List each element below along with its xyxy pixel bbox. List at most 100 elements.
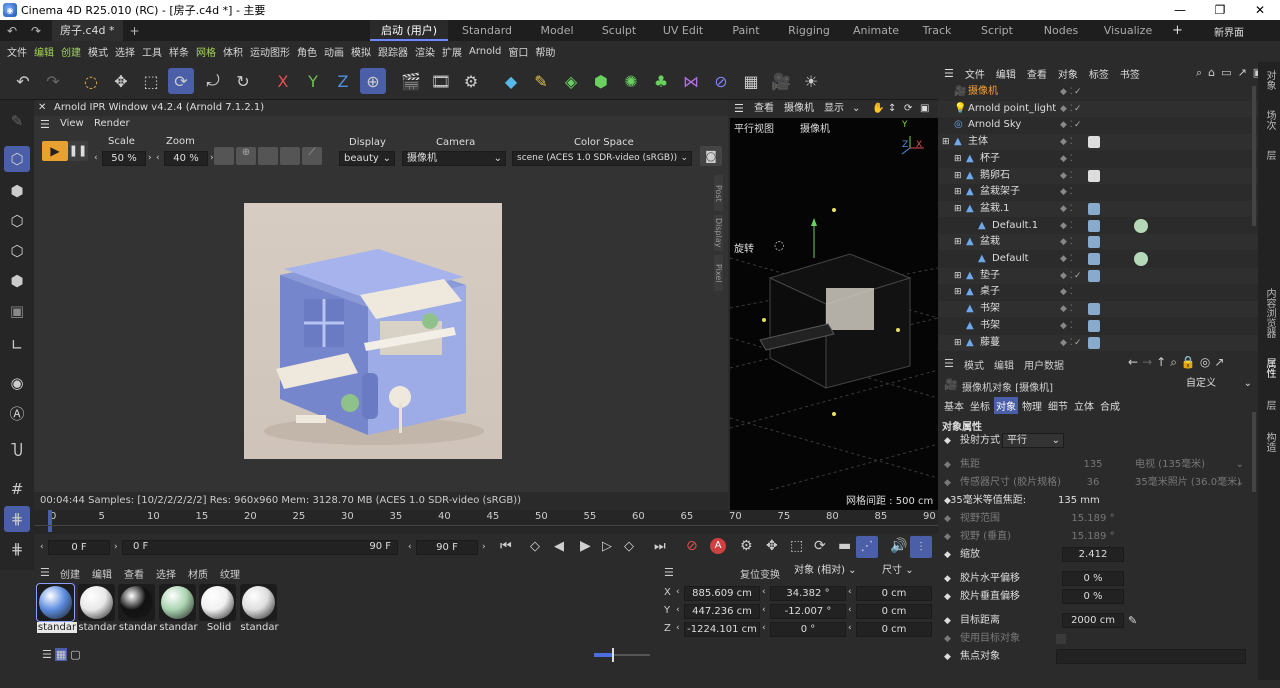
end-decrease-icon[interactable]: ‹ <box>408 542 412 552</box>
tag-icon[interactable] <box>1088 253 1100 265</box>
render-picture-viewer-icon[interactable]: 🎞 <box>428 68 454 94</box>
keyframe-diamond-icon[interactable]: ◆ <box>944 510 951 528</box>
viewport-menu-display[interactable]: 显示 <box>824 100 844 118</box>
3d-viewport[interactable]: ☰ 查看 摄像机 显示 ⌄ ✋ ↕ ⟳ ▣ 平行视图 摄像机 旋转 ◌ Y X … <box>730 100 938 510</box>
object-row[interactable]: ⊞ ▲ 盆栽架子 ◆ ⁚ <box>938 184 1258 200</box>
pan-hand-icon[interactable]: ✋ <box>872 100 884 118</box>
attribute-preset-dropdown[interactable]: 电视 (135毫米) ⌄ <box>1130 457 1248 472</box>
z-axis-icon[interactable]: Z <box>330 68 356 94</box>
visibility-dots-icon[interactable]: ◆ ⁚ <box>1060 134 1073 150</box>
attribute-value-field[interactable]: 15.189 ° <box>1062 511 1124 526</box>
position-field[interactable]: 447.236 cm <box>684 604 760 619</box>
visibility-dots-icon[interactable]: ◆ ⁚ <box>1060 117 1073 133</box>
rotation-field[interactable]: 0 ° <box>770 622 846 637</box>
material-menu-icon[interactable]: ☰ <box>40 566 50 579</box>
attribute-menu-item[interactable]: 编辑 <box>994 357 1014 372</box>
key-scale-icon[interactable]: ⬚ <box>790 538 803 554</box>
x-axis-icon[interactable]: X <box>270 68 296 94</box>
zoom-field[interactable]: 40 % <box>164 151 208 166</box>
sound-icon[interactable]: 🔊 <box>890 538 907 554</box>
coord-menu-icon[interactable]: ☰ <box>664 566 674 579</box>
keyframe-diamond-icon[interactable]: ◆ <box>944 630 951 648</box>
keyframe-diamond-icon[interactable]: ◆ <box>944 456 951 474</box>
right-panel-tab[interactable]: 层 <box>1262 400 1277 410</box>
close-ipr-icon[interactable]: ✕ <box>38 100 46 116</box>
menu-item[interactable]: 创建 <box>61 44 81 59</box>
object-menu-item[interactable]: 编辑 <box>996 66 1016 81</box>
visibility-dots-icon[interactable]: ◆ ⁚ <box>1060 151 1073 167</box>
display-dropdown[interactable]: beauty ⌄ <box>339 151 395 166</box>
object-row[interactable]: 🎥 摄像机 ◆ ⁚ ✓ <box>938 84 1258 100</box>
close-button[interactable]: ✕ <box>1240 0 1280 20</box>
layout-tab[interactable]: Script <box>964 20 1030 41</box>
orbit-icon[interactable]: ⟳ <box>904 100 912 118</box>
object-row[interactable]: ▲ Default ◆ ⁚ <box>938 251 1258 267</box>
size-field[interactable]: 0 cm <box>856 622 932 637</box>
model-mode-icon[interactable]: ⬡ <box>4 146 30 172</box>
attribute-tab[interactable]: 物理 <box>1020 397 1044 414</box>
document-tab[interactable]: 房子.c4d * <box>52 20 123 41</box>
menu-item[interactable]: 窗口 <box>508 44 528 59</box>
texture-mode-icon[interactable]: ⬢ <box>4 178 30 204</box>
focus-object-field[interactable] <box>1056 649 1246 664</box>
forward-arrow-icon[interactable]: → <box>1142 355 1152 370</box>
decrease-icon[interactable]: ‹ <box>762 587 766 597</box>
check-icon[interactable]: ✓ <box>1074 268 1082 284</box>
attribute-value-field[interactable]: 15.189 ° <box>1062 529 1124 544</box>
rotate-icon[interactable]: ⟳ <box>168 68 194 94</box>
hamburger-menu-icon[interactable]: ☰ <box>40 117 50 133</box>
position-field[interactable]: 885.609 cm <box>684 586 760 601</box>
object-menu-item[interactable]: 文件 <box>965 66 985 81</box>
object-row[interactable]: ⊞ ▲ 盆栽.1 ◆ ⁚ <box>938 200 1258 217</box>
mograph-icon[interactable]: ♣ <box>648 68 674 94</box>
make-editable-icon[interactable]: ✎ <box>4 108 30 134</box>
keyframe-diamond-icon[interactable]: ◆ <box>944 528 951 546</box>
visibility-dots-icon[interactable]: ◆ ⁚ <box>1060 84 1073 100</box>
timeline-ruler[interactable]: 0 5 10 15 20 25 30 35 40 45 50 55 60 65 70 75 80 85 90 <box>34 510 938 534</box>
size-field[interactable]: 0 cm <box>856 586 932 601</box>
object-row[interactable]: ◎ Arnold Sky ◆ ⁚ ✓ <box>938 117 1258 133</box>
previous-key-icon[interactable]: ◇ <box>530 539 540 554</box>
scale-increase-icon[interactable]: › <box>148 153 152 163</box>
layout-tab[interactable]: Paint <box>716 20 776 41</box>
visibility-dots-icon[interactable]: ◆ ⁚ <box>1060 251 1073 267</box>
text-tool-icon[interactable]: Ⓐ <box>4 400 30 426</box>
key-pla-icon[interactable]: ⋰ <box>856 536 878 558</box>
material-swatch[interactable] <box>36 583 75 622</box>
visibility-dots-icon[interactable]: ◆ ⁚ <box>1060 168 1073 184</box>
minimize-button[interactable]: — <box>1160 0 1200 20</box>
transform-icon[interactable]: ⤾ <box>200 68 226 94</box>
object-row[interactable]: ⊞ ▲ 藤蔓 ◆ ⁚ ✓ <box>938 334 1258 351</box>
autokey-icon[interactable]: A <box>710 538 726 554</box>
viewport-filter-icon[interactable]: ⌄ <box>852 100 860 118</box>
material-swatch[interactable] <box>239 584 277 621</box>
grid-view-icon[interactable]: ▦ <box>54 648 68 661</box>
redo-icon[interactable]: ↷ <box>24 24 48 38</box>
layout-tab[interactable]: UV Edit <box>650 20 716 41</box>
target-icon[interactable]: ◎ <box>1200 355 1210 370</box>
layout-tab[interactable]: Animate <box>842 20 910 41</box>
layout-tab[interactable]: Standard <box>448 20 526 41</box>
add-document-button[interactable]: + <box>123 24 147 38</box>
next-key-icon[interactable]: ◇ <box>624 539 634 554</box>
field-icon[interactable]: ⊘ <box>708 68 734 94</box>
visibility-dots-icon[interactable]: ◆ ⁚ <box>1060 184 1073 200</box>
ipr-crop-icon[interactable] <box>280 147 300 165</box>
lock-icon[interactable]: 🔒 <box>1181 355 1196 370</box>
attribute-value-field[interactable]: 135 <box>1062 457 1124 472</box>
attribute-tab[interactable]: 坐标 <box>968 397 992 414</box>
visibility-dots-icon[interactable]: ◆ ⁚ <box>1060 284 1073 300</box>
snap-grid-icon[interactable]: # <box>4 476 30 502</box>
attribute-preset-dropdown[interactable]: 35毫米照片 (36.0毫米) ⌄ <box>1130 475 1248 490</box>
cube-icon[interactable]: ◆ <box>498 68 524 94</box>
keyframe-diamond-icon[interactable]: ◆ <box>944 546 951 564</box>
keyframe-diamond-icon[interactable]: ◆ <box>944 432 951 450</box>
tag-icon[interactable] <box>1088 269 1100 282</box>
size-field[interactable]: 0 cm <box>856 604 932 619</box>
expand-toggle-icon[interactable]: ⊞ <box>954 151 962 167</box>
material-swatch[interactable] <box>118 584 155 621</box>
position-field[interactable]: -1224.101 cm <box>684 622 760 637</box>
visibility-dots-icon[interactable]: ◆ ⁚ <box>1060 268 1073 284</box>
attribute-menu-icon[interactable]: ☰ <box>944 357 954 370</box>
new-window-icon[interactable]: ↗ <box>1238 66 1247 80</box>
